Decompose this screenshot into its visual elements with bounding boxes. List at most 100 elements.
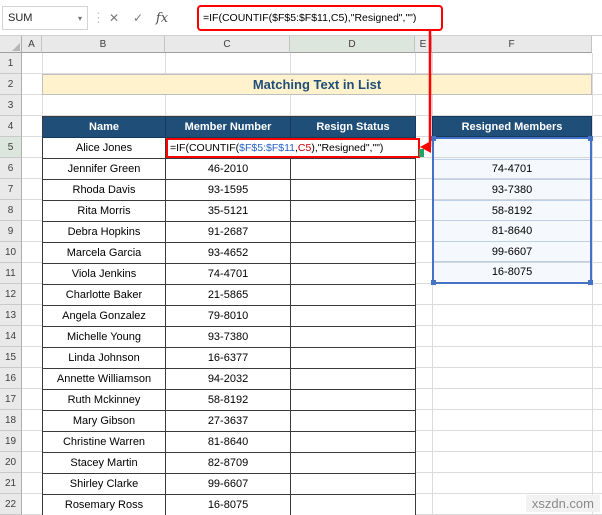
cell-member[interactable]: 94-2032 (166, 369, 291, 390)
fill-handle[interactable] (419, 149, 424, 157)
column-header-C[interactable]: C (165, 36, 290, 53)
cell-status[interactable] (291, 453, 416, 474)
select-all-button[interactable] (0, 36, 22, 53)
row-header-19[interactable]: 19 (0, 431, 22, 452)
cell-member[interactable]: 16-8075 (166, 495, 291, 515)
row-header-20[interactable]: 20 (0, 452, 22, 473)
cell-name[interactable]: Charlotte Baker (43, 285, 166, 306)
row-header-2[interactable]: 2 (0, 74, 22, 95)
row-header-16[interactable]: 16 (0, 368, 22, 389)
cell-name[interactable]: Stacey Martin (43, 453, 166, 474)
cell-name[interactable]: Linda Johnson (43, 348, 166, 369)
cancel-icon[interactable]: ✕ (104, 9, 124, 27)
column-header-E[interactable]: E (415, 36, 432, 53)
cell-member[interactable]: 46-2010 (166, 159, 291, 180)
cell-name[interactable]: Rita Morris (43, 201, 166, 222)
cell-status[interactable] (291, 201, 416, 222)
cell-status[interactable] (291, 369, 416, 390)
cell-member[interactable]: 79-8010 (166, 306, 291, 327)
cell-member[interactable]: 58-8192 (166, 390, 291, 411)
cell-name[interactable]: Michelle Young (43, 327, 166, 348)
cell-status[interactable] (291, 495, 416, 515)
cell-status[interactable] (291, 432, 416, 453)
row-header-6[interactable]: 6 (0, 158, 22, 179)
cell-name[interactable]: Rhoda Davis (43, 180, 166, 201)
resigned-cell-empty[interactable] (434, 139, 590, 160)
cell-name[interactable]: Ruth Mckinney (43, 390, 166, 411)
cell-status[interactable] (291, 222, 416, 243)
table-row: Viola Jenkins74-4701 (43, 264, 416, 285)
cell-status[interactable] (291, 243, 416, 264)
row-header-4[interactable]: 4 (0, 116, 22, 137)
column-header-B[interactable]: B (42, 36, 165, 53)
cell-name[interactable]: Angela Gonzalez (43, 306, 166, 327)
cell-status[interactable] (291, 474, 416, 495)
row-header-21[interactable]: 21 (0, 473, 22, 494)
cell-member[interactable]: 74-4701 (166, 264, 291, 285)
column-header-A[interactable]: A (22, 36, 42, 53)
cell-member[interactable]: 93-4652 (166, 243, 291, 264)
cell-status[interactable] (291, 264, 416, 285)
row-header-15[interactable]: 15 (0, 347, 22, 368)
table-row: Shirley Clarke99-6607 (43, 474, 416, 495)
cell-member[interactable]: 82-8709 (166, 453, 291, 474)
sheet-title[interactable]: Matching Text in List (42, 74, 592, 95)
resigned-cell[interactable]: 74-4701 (434, 160, 590, 181)
cell-member[interactable]: 27-3637 (166, 411, 291, 432)
formula-input[interactable]: =IF(COUNTIF($F$5:$F$11,C5),"Resigned",""… (197, 5, 443, 31)
row-header-7[interactable]: 7 (0, 179, 22, 200)
row-header-5[interactable]: 5 (0, 137, 22, 158)
cell-status[interactable] (291, 327, 416, 348)
cell-status[interactable] (291, 390, 416, 411)
cell-name[interactable]: Alice Jones (43, 138, 166, 159)
cell-status[interactable] (291, 348, 416, 369)
cell-member[interactable]: 99-6607 (166, 474, 291, 495)
row-header-9[interactable]: 9 (0, 221, 22, 242)
cell-status[interactable] (291, 411, 416, 432)
row-header-18[interactable]: 18 (0, 410, 22, 431)
cell-name[interactable]: Christine Warren (43, 432, 166, 453)
cell-member[interactable]: 93-1595 (166, 180, 291, 201)
cell-status[interactable] (291, 285, 416, 306)
cell-member[interactable]: 93-7380 (166, 327, 291, 348)
cell-name[interactable]: Annette Williamson (43, 369, 166, 390)
cell-name[interactable]: Rosemary Ross (43, 495, 166, 515)
row-header-14[interactable]: 14 (0, 326, 22, 347)
cell-name[interactable]: Mary Gibson (43, 411, 166, 432)
name-box-dropdown-icon[interactable]: ▾ (78, 14, 82, 23)
name-box[interactable]: SUM ▾ (2, 6, 88, 30)
cell-status[interactable] (291, 180, 416, 201)
row-header-10[interactable]: 10 (0, 242, 22, 263)
insert-function-icon[interactable]: fx (152, 9, 172, 27)
cell-status[interactable] (291, 159, 416, 180)
column-header-F[interactable]: F (432, 36, 592, 53)
cell-name[interactable]: Shirley Clarke (43, 474, 166, 495)
row-header-11[interactable]: 11 (0, 263, 22, 284)
row-header-13[interactable]: 13 (0, 305, 22, 326)
cell-name[interactable]: Debra Hopkins (43, 222, 166, 243)
resigned-cell[interactable]: 99-6607 (434, 242, 590, 263)
row-header-12[interactable]: 12 (0, 284, 22, 305)
row-header-22[interactable]: 22 (0, 494, 22, 515)
row-header-17[interactable]: 17 (0, 389, 22, 410)
cell-member[interactable]: 35-5121 (166, 201, 291, 222)
cell-name[interactable]: Marcela Garcia (43, 243, 166, 264)
resigned-cell[interactable]: 93-7380 (434, 180, 590, 201)
enter-icon[interactable]: ✓ (128, 9, 148, 27)
cell-member[interactable]: 16-6377 (166, 348, 291, 369)
cell-member[interactable]: 81-8640 (166, 432, 291, 453)
active-cell-formula[interactable]: =IF(COUNTIF($F$5:$F$11,C5),"Resigned",""… (166, 138, 420, 158)
cell-member[interactable]: 21-5865 (166, 285, 291, 306)
column-header-D[interactable]: D (290, 36, 415, 53)
cell-name[interactable]: Jennifer Green (43, 159, 166, 180)
resigned-cell[interactable]: 58-8192 (434, 201, 590, 222)
row-header-8[interactable]: 8 (0, 200, 22, 221)
resigned-members-range[interactable]: 74-470193-738058-819281-864099-660716-80… (432, 137, 592, 284)
resigned-cell[interactable]: 16-8075 (434, 262, 590, 282)
row-header-3[interactable]: 3 (0, 95, 22, 116)
cell-name[interactable]: Viola Jenkins (43, 264, 166, 285)
row-header-1[interactable]: 1 (0, 53, 22, 74)
resigned-cell[interactable]: 81-8640 (434, 221, 590, 242)
cell-member[interactable]: 91-2687 (166, 222, 291, 243)
cell-status[interactable] (291, 306, 416, 327)
